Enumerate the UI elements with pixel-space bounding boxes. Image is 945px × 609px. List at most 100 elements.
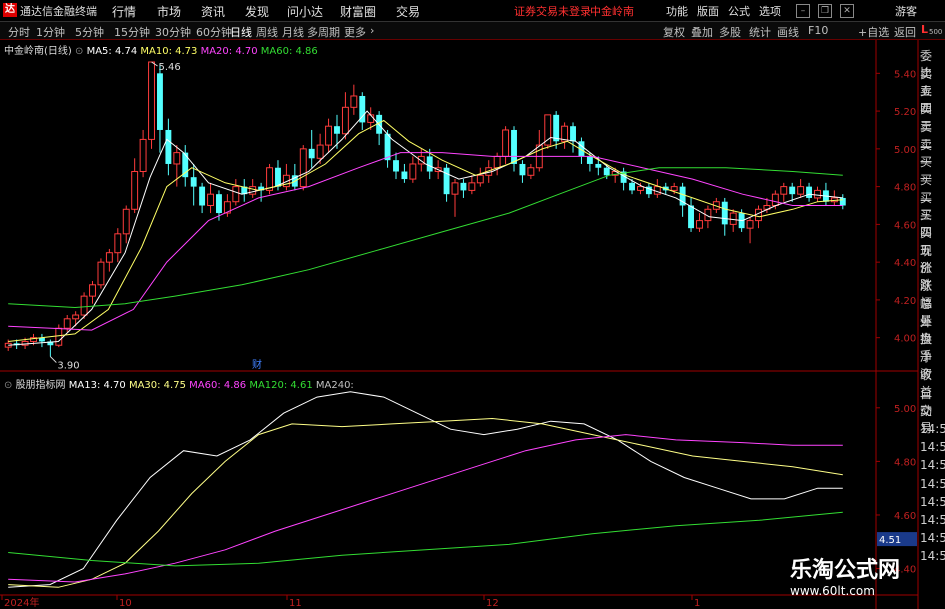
candle-body-71 (603, 167, 610, 176)
candle-body-36 (308, 148, 315, 159)
tab-intraday[interactable]: 分时 (8, 24, 30, 40)
adjust-button[interactable]: 复权 (663, 24, 685, 40)
app-name: 通达信金融终端 (20, 5, 97, 18)
tab-5min[interactable]: 5分钟 (75, 24, 104, 40)
sub-ytick-2: 4.60 (894, 511, 916, 522)
candle-body-79 (670, 186, 678, 191)
candle-body-17 (148, 61, 155, 140)
dropdown-icon[interactable]: ⊙ (4, 380, 16, 391)
multi-stock-button[interactable]: 多股 (719, 24, 741, 40)
sub-ytick-1: 4.80 (894, 457, 916, 468)
candle-body-12 (105, 252, 113, 263)
candle-body-7 (63, 318, 71, 329)
menu-options[interactable]: 选项 (759, 3, 781, 19)
main-ytick-7: 4.00 (894, 334, 916, 345)
time-item-3: 14:56 (920, 476, 945, 491)
stats-button[interactable]: 统计 (749, 24, 771, 40)
tab-multi-period[interactable]: 多周期 (307, 24, 340, 40)
sub-ma-label-4: MA240: (315, 380, 354, 391)
candle-body-22 (190, 177, 197, 187)
xtick-4: 1 (694, 598, 700, 609)
main-ma-values: MA5: 4.74 MA10: 4.73 MA20: 4.70 MA60: 4.… (87, 46, 318, 57)
tab-weekly[interactable]: 周线 (256, 24, 278, 40)
time-item-4: 14:56 (920, 494, 945, 509)
candle-body-13 (114, 233, 122, 254)
high-label: 5.46 (159, 62, 181, 73)
overlay-button[interactable]: 叠加 (691, 24, 713, 40)
restore-icon[interactable]: ❐ (818, 4, 832, 18)
tab-15min[interactable]: 15分钟 (114, 24, 150, 40)
menu-market[interactable]: 市场 (157, 3, 181, 20)
menu-quotes[interactable]: 行情 (112, 3, 136, 20)
candle-body-52 (443, 167, 450, 195)
candle-body-32 (275, 167, 281, 187)
candle-body-50 (426, 156, 433, 172)
back-button[interactable]: 返回 (894, 24, 916, 40)
sub-ytick-0: 5.00 (894, 404, 916, 415)
candle-body-16 (139, 138, 147, 173)
tab-30min[interactable]: 30分钟 (155, 24, 191, 40)
main-ytick-3: 4.80 (894, 183, 916, 194)
candle-body-62 (527, 167, 535, 176)
tab-60min[interactable]: 60分钟 (196, 24, 232, 40)
menu-news[interactable]: 资讯 (201, 3, 225, 20)
panel-badge-l: L (921, 23, 929, 36)
menu-layout[interactable]: 版面 (697, 3, 719, 19)
menu-trade[interactable]: 交易 (396, 3, 420, 20)
candle-body-21 (182, 152, 189, 178)
menu-xiaoda[interactable]: 问小达 (287, 3, 323, 20)
tab-daily[interactable]: 日线 (230, 24, 252, 40)
candle-body-81 (688, 205, 694, 229)
add-favorite-button[interactable]: +自选 (858, 24, 889, 40)
menu-formula[interactable]: 公式 (728, 3, 750, 19)
time-item-6: 14:56 (920, 531, 945, 546)
candle-body-38 (325, 125, 333, 146)
main-ma-label-3: MA60: 4.86 (260, 46, 318, 57)
candle-body-47 (401, 171, 408, 180)
chevron-right-icon[interactable]: › (370, 24, 374, 37)
panel-badge-500: 500 (929, 28, 943, 36)
menu-discover[interactable]: 发现 (245, 3, 269, 20)
candle-body-75 (637, 186, 644, 191)
guest-label[interactable]: 游客 (895, 3, 917, 19)
tab-monthly[interactable]: 月线 (282, 24, 304, 40)
main-ytick-5: 4.40 (894, 258, 916, 269)
main-ytick-2: 5.00 (894, 145, 916, 156)
tab-more[interactable]: 更多 (344, 24, 366, 40)
candle-body-85 (721, 201, 728, 225)
main-line-MA5 (8, 110, 843, 346)
title-bar: 达 通达信金融终端 行情 市场 资讯 发现 问小达 财富圈 交易 证券交易未登录… (0, 0, 945, 22)
tab-1min[interactable]: 1分钟 (36, 24, 65, 40)
watermark-title: 乐淘公式网 (790, 558, 901, 583)
candle-body-24 (207, 193, 214, 207)
sub-ma-label-1: MA30: 4.75 (128, 380, 190, 391)
candle-body-92 (780, 186, 788, 195)
login-warning[interactable]: 证券交易未登录 (514, 3, 591, 19)
current-stock: 中金岭南 (590, 5, 634, 18)
candle-body-95 (806, 186, 813, 198)
main-ma-label-2: MA20: 4.70 (200, 46, 261, 57)
candle-body-60 (511, 129, 517, 164)
dropdown-icon[interactable]: ⊙ (75, 46, 87, 57)
menu-function[interactable]: 功能 (666, 3, 688, 19)
price-axis: 5.40 5.20 5.00 4.80 4.60 4.40 4.20 4.00 5.00 4.80… (1, 69, 917, 609)
time-item-2: 14:56 (920, 458, 945, 473)
candle-body-59 (502, 129, 510, 157)
sub-line-MA60 (8, 434, 843, 583)
draw-line-button[interactable]: 画线 (777, 24, 799, 40)
sub-legend: ⊙ 股朋指标网 MA13: 4.70 MA30: 4.75 MA60: 4.86… (4, 376, 354, 391)
candle-body-46 (393, 160, 399, 172)
candle-body-67 (570, 126, 576, 142)
close-icon[interactable]: ✕ (840, 4, 854, 18)
sub-line-MA120 (8, 511, 843, 567)
f10-button[interactable]: F10 (808, 24, 828, 37)
candle-body-15 (131, 171, 139, 210)
xtick-1: 10 (119, 598, 132, 609)
sub-ma-label-3: MA120: 4.61 (249, 380, 316, 391)
minimize-icon[interactable]: – (796, 4, 810, 18)
menu-wealth[interactable]: 财富圈 (340, 3, 376, 20)
candle-body-25 (216, 194, 222, 214)
kline-chart[interactable]: 5.46 3.90 财 5.40 5.20 5.00 4.80 4.60 4.40 4.20 4.… (0, 40, 945, 609)
candle-body-94 (797, 186, 805, 195)
main-ma-label-0: MA5: 4.74 (86, 46, 141, 57)
